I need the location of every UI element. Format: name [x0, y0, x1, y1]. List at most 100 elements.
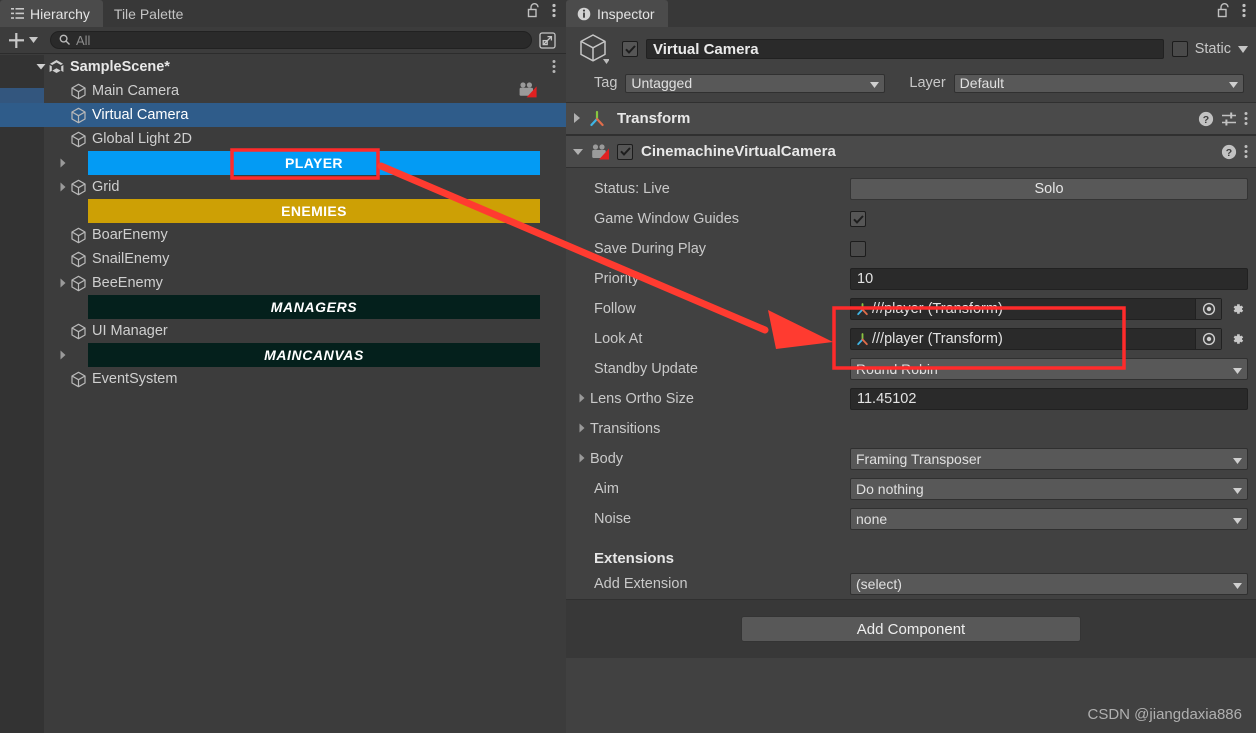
property-dropdown[interactable]: Round Robin: [850, 358, 1248, 380]
hierarchy-banner[interactable]: MAINCANVAS: [88, 343, 540, 367]
search-input[interactable]: All: [50, 31, 532, 49]
object-picker-icon[interactable]: [1195, 329, 1221, 349]
gear-icon[interactable]: [1228, 301, 1248, 317]
property-dropdown[interactable]: Do nothing: [850, 478, 1248, 500]
component-header[interactable]: CinemachineVirtualCamera ?: [566, 136, 1256, 168]
property-text-input[interactable]: 10: [850, 268, 1248, 290]
object-reference-field[interactable]: ///player (Transform): [850, 298, 1222, 320]
foldout-closed-icon[interactable]: [56, 278, 70, 288]
add-extension-dropdown[interactable]: (select): [850, 573, 1248, 595]
hierarchy-item-row[interactable]: BeeEnemy: [0, 271, 566, 295]
foldout-closed-icon[interactable]: [56, 350, 70, 360]
tag-dropdown[interactable]: Untagged: [625, 73, 886, 93]
object-picker-icon[interactable]: [1195, 299, 1221, 319]
hierarchy-item-row[interactable]: Virtual Camera: [0, 103, 566, 127]
property-checkbox[interactable]: [850, 241, 866, 257]
hierarchy-banner-row[interactable]: MANAGERS: [0, 295, 566, 319]
hierarchy-banner[interactable]: MANAGERS: [88, 295, 540, 319]
property-dropdown[interactable]: Framing Transposer: [850, 448, 1248, 470]
hierarchy-item-label: Virtual Camera: [92, 107, 189, 123]
add-extension-label: Add Extension: [594, 576, 688, 592]
gameobject-cube-icon: [70, 227, 87, 244]
solo-button[interactable]: Solo: [850, 178, 1248, 200]
layer-dropdown[interactable]: Default: [953, 73, 1244, 93]
gameobject-enabled-checkbox[interactable]: [622, 41, 638, 57]
kebab-menu-icon[interactable]: [1244, 144, 1248, 159]
create-object-button[interactable]: [6, 32, 40, 49]
tab-tile-palette[interactable]: Tile Palette: [103, 0, 197, 27]
tab-label: Tile Palette: [113, 5, 184, 22]
hierarchy-banner[interactable]: ENEMIES: [88, 199, 540, 223]
component-cinemachine-virtual-camera: CinemachineVirtualCamera ? Status: Live S…: [566, 135, 1256, 599]
static-checkbox[interactable]: [1171, 41, 1188, 57]
kebab-menu-icon[interactable]: [1244, 111, 1248, 126]
component-enabled-checkbox[interactable]: [617, 143, 633, 160]
gameobject-header: Virtual Camera Static Tag Untagged Layer…: [566, 27, 1256, 102]
property-checkbox[interactable]: [850, 211, 866, 227]
property-field: [850, 241, 1248, 257]
property-label-text: Aim: [594, 481, 619, 497]
foldout-closed-icon[interactable]: [56, 182, 70, 192]
gameobject-cube-icon: [70, 371, 87, 388]
chevron-down-icon: [1233, 511, 1242, 527]
foldout-closed-icon[interactable]: [578, 451, 586, 467]
kebab-menu-icon[interactable]: [1242, 3, 1246, 23]
hierarchy-banner-row[interactable]: PLAYER: [0, 151, 566, 175]
hierarchy-tree[interactable]: SampleScene* Main Camera Virtual Camera Glo…: [0, 55, 566, 733]
hierarchy-banner-row[interactable]: MAINCANVAS: [0, 343, 566, 367]
lock-open-icon[interactable]: [1217, 3, 1230, 23]
foldout-open-icon[interactable]: [34, 63, 48, 71]
transform-axis-icon: [855, 332, 870, 347]
foldout-closed-icon[interactable]: [56, 158, 70, 168]
gameobject-name-field[interactable]: Virtual Camera: [646, 39, 1164, 59]
foldout-closed-icon[interactable]: [578, 391, 586, 407]
foldout-closed-icon[interactable]: [573, 110, 581, 128]
foldout-open-icon[interactable]: [573, 143, 583, 161]
preset-icon[interactable]: [1221, 111, 1237, 127]
property-label-text: Look At: [594, 331, 643, 347]
gear-icon[interactable]: [1228, 331, 1248, 347]
property-label-text: Standby Update: [594, 361, 698, 377]
hierarchy-item-row[interactable]: SampleScene*: [0, 55, 566, 79]
static-label: Static: [1194, 41, 1231, 57]
hierarchy-item-row[interactable]: Grid: [0, 175, 566, 199]
tab-hierarchy[interactable]: Hierarchy: [0, 0, 103, 27]
kebab-menu-icon[interactable]: [552, 3, 556, 23]
foldout-closed-icon[interactable]: [578, 421, 586, 437]
hierarchy-item-row[interactable]: UI Manager: [0, 319, 566, 343]
component-header[interactable]: Transform ?: [566, 103, 1256, 135]
detach-window-icon[interactable]: [536, 30, 558, 50]
chevron-down-icon: [870, 75, 880, 91]
tab-inspector[interactable]: Inspector: [566, 0, 668, 27]
help-icon[interactable]: ?: [1221, 144, 1237, 160]
help-icon[interactable]: ?: [1198, 111, 1214, 127]
chevron-down-icon: [1233, 481, 1242, 497]
property-text-input[interactable]: 11.45102: [850, 388, 1248, 410]
hierarchy-item-row[interactable]: Global Light 2D: [0, 127, 566, 151]
hierarchy-items: SampleScene* Main Camera Virtual Camera Glo…: [0, 55, 566, 391]
hierarchy-banner-row[interactable]: ENEMIES: [0, 199, 566, 223]
property-label: Transitions: [566, 421, 850, 437]
property-value: 10: [857, 271, 874, 287]
hierarchy-item-row[interactable]: SnailEnemy: [0, 247, 566, 271]
kebab-menu-icon[interactable]: [552, 59, 556, 78]
inspector-panel: Inspector Virtual Camera Static Tag Unta…: [566, 0, 1256, 733]
chevron-down-icon[interactable]: [1238, 40, 1248, 58]
svg-text:?: ?: [1226, 147, 1232, 159]
hierarchy-item-row[interactable]: EventSystem: [0, 367, 566, 391]
hierarchy-body: All SampleScene* Main Camera Virtual Camer…: [0, 27, 566, 733]
hierarchy-item-row[interactable]: BoarEnemy: [0, 223, 566, 247]
property-label-text: Follow: [594, 301, 636, 317]
tab-label: Inspector: [597, 5, 655, 22]
hierarchy-item-label: EventSystem: [92, 371, 178, 387]
property-dropdown[interactable]: none: [850, 508, 1248, 530]
property-field: Framing Transposer: [850, 448, 1248, 470]
inspector-tabbar: Inspector: [566, 0, 1256, 27]
hierarchy-banner[interactable]: PLAYER: [88, 151, 540, 175]
lock-open-icon[interactable]: [527, 3, 540, 23]
add-component-button[interactable]: Add Component: [741, 616, 1081, 642]
hierarchy-item-row[interactable]: Main Camera: [0, 79, 566, 103]
object-reference-field[interactable]: ///player (Transform): [850, 328, 1222, 350]
chevron-down-icon: [1233, 451, 1242, 467]
tag-value: Untagged: [631, 75, 693, 91]
